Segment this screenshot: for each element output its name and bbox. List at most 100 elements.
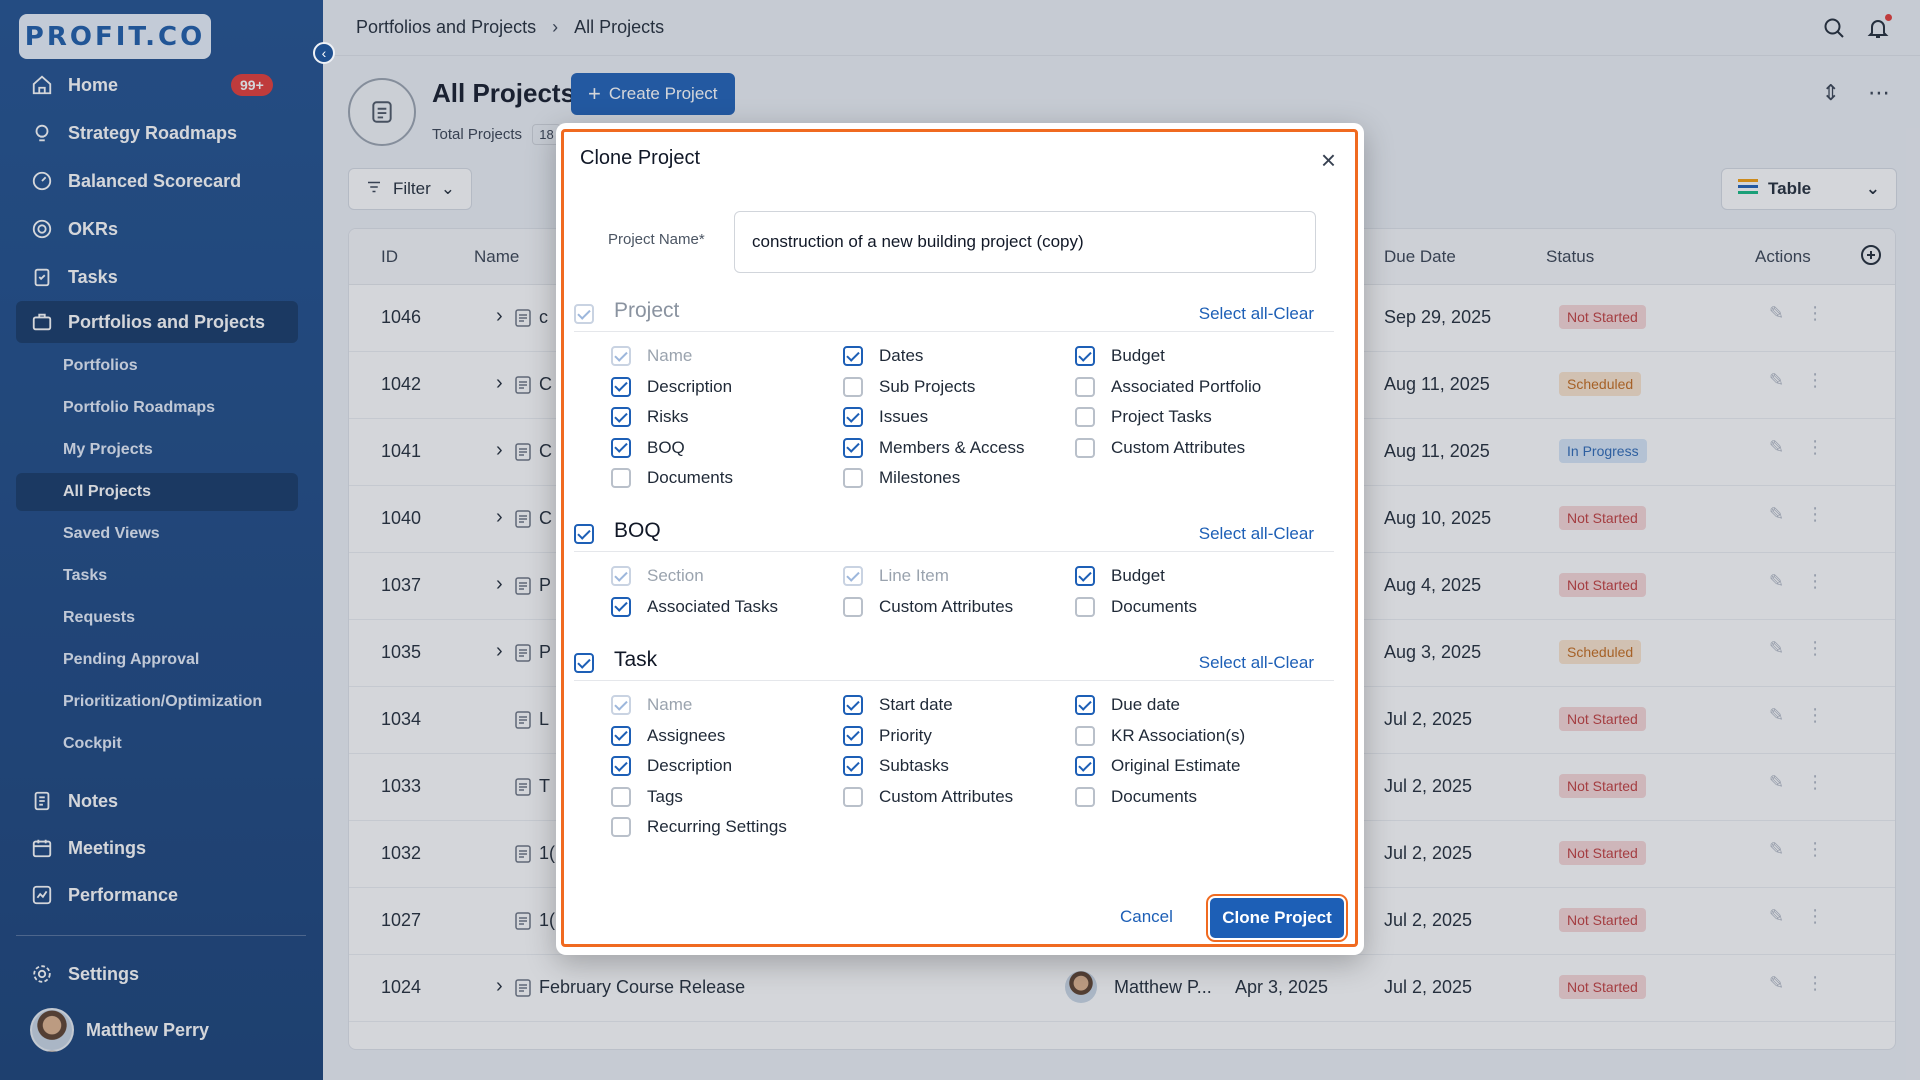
option-task-kr-association-s[interactable]: KR Association(s) bbox=[1075, 725, 1245, 746]
option-boq-budget[interactable]: Budget bbox=[1075, 566, 1165, 586]
option-project-documents[interactable]: Documents bbox=[611, 468, 733, 488]
cancel-button[interactable]: Cancel bbox=[1120, 907, 1173, 927]
project-name-input[interactable]: construction of a new building project (… bbox=[734, 211, 1316, 273]
option-label: Description bbox=[647, 376, 733, 396]
option-project-name[interactable]: Name bbox=[611, 346, 692, 366]
checkbox[interactable] bbox=[611, 786, 631, 807]
option-label: Documents bbox=[1111, 786, 1197, 806]
option-label: Line Item bbox=[879, 566, 949, 585]
checkbox[interactable] bbox=[843, 725, 863, 746]
option-project-budget[interactable]: Budget bbox=[1075, 346, 1165, 366]
checkbox[interactable] bbox=[1075, 407, 1095, 427]
boq-section-title: BOQ bbox=[614, 519, 661, 542]
checkbox[interactable] bbox=[611, 756, 631, 776]
checkbox[interactable] bbox=[611, 407, 631, 427]
option-task-name[interactable]: Name bbox=[611, 695, 692, 715]
checkbox[interactable] bbox=[843, 437, 863, 458]
checkbox[interactable] bbox=[843, 566, 863, 586]
checkbox[interactable] bbox=[611, 566, 631, 586]
checkbox[interactable] bbox=[843, 346, 863, 366]
option-project-risks[interactable]: Risks bbox=[611, 407, 689, 427]
option-project-members-access[interactable]: Members & Access bbox=[843, 437, 1025, 458]
checkbox[interactable] bbox=[1075, 566, 1095, 586]
option-project-project-tasks[interactable]: Project Tasks bbox=[1075, 407, 1212, 427]
checkbox[interactable] bbox=[1075, 756, 1095, 776]
divider bbox=[574, 551, 1334, 552]
checkbox[interactable] bbox=[843, 695, 863, 715]
divider bbox=[574, 680, 1334, 681]
option-label: Budget bbox=[1111, 346, 1165, 365]
option-task-due-date[interactable]: Due date bbox=[1075, 695, 1180, 715]
option-project-boq[interactable]: BOQ bbox=[611, 437, 685, 458]
option-label: BOQ bbox=[647, 437, 685, 457]
option-boq-section[interactable]: Section bbox=[611, 566, 704, 586]
project-select-all[interactable]: Select all-Clear bbox=[1199, 304, 1314, 324]
checkbox[interactable] bbox=[1075, 437, 1095, 458]
option-label: Documents bbox=[1111, 596, 1197, 616]
option-project-description[interactable]: Description bbox=[611, 376, 733, 397]
close-icon[interactable]: × bbox=[1321, 147, 1336, 173]
sidebar-collapse-button[interactable]: ‹ bbox=[313, 42, 335, 64]
section-boq: BOQ Select all-Clear bbox=[574, 519, 1334, 549]
option-task-assignees[interactable]: Assignees bbox=[611, 725, 726, 746]
option-label: Name bbox=[647, 695, 693, 714]
option-label: Description bbox=[647, 756, 733, 775]
checkbox[interactable] bbox=[1075, 376, 1095, 397]
checkbox[interactable] bbox=[1075, 786, 1095, 807]
clone-project-button[interactable]: Clone Project bbox=[1206, 894, 1348, 942]
checkbox[interactable] bbox=[843, 756, 863, 776]
checkbox[interactable] bbox=[843, 786, 863, 807]
option-project-associated-portfolio[interactable]: Associated Portfolio bbox=[1075, 376, 1261, 397]
checkbox[interactable] bbox=[843, 376, 863, 397]
option-label: Issues bbox=[879, 407, 929, 426]
option-label: Section bbox=[647, 566, 704, 585]
option-label: Due date bbox=[1111, 695, 1180, 714]
checkbox[interactable] bbox=[611, 596, 631, 617]
checkbox[interactable] bbox=[1075, 695, 1095, 715]
checkbox[interactable] bbox=[1075, 725, 1095, 746]
option-task-start-date[interactable]: Start date bbox=[843, 695, 953, 715]
option-boq-documents[interactable]: Documents bbox=[1075, 596, 1197, 617]
option-task-subtasks[interactable]: Subtasks bbox=[843, 756, 949, 776]
checkbox[interactable] bbox=[843, 596, 863, 617]
boq-select-all[interactable]: Select all-Clear bbox=[1199, 524, 1314, 544]
project-section-checkbox[interactable] bbox=[574, 304, 594, 324]
option-label: Start date bbox=[879, 695, 953, 714]
option-task-description[interactable]: Description bbox=[611, 756, 732, 776]
option-boq-line-item[interactable]: Line Item bbox=[843, 566, 949, 586]
checkbox[interactable] bbox=[611, 376, 631, 397]
option-project-milestones[interactable]: Milestones bbox=[843, 468, 960, 488]
option-project-sub-projects[interactable]: Sub Projects bbox=[843, 376, 975, 397]
option-project-issues[interactable]: Issues bbox=[843, 407, 928, 427]
section-task: Task Select all-Clear bbox=[574, 648, 1334, 678]
option-task-priority[interactable]: Priority bbox=[843, 725, 932, 746]
boq-section-checkbox[interactable] bbox=[574, 524, 594, 544]
checkbox[interactable] bbox=[611, 817, 631, 837]
option-task-recurring-settings[interactable]: Recurring Settings bbox=[611, 817, 787, 837]
checkbox[interactable] bbox=[611, 437, 631, 458]
dialog-title: Clone Project bbox=[580, 147, 701, 169]
checkbox[interactable] bbox=[611, 725, 631, 746]
checkbox[interactable] bbox=[1075, 346, 1095, 366]
option-task-tags[interactable]: Tags bbox=[611, 786, 683, 807]
checkbox[interactable] bbox=[843, 407, 863, 427]
option-task-documents[interactable]: Documents bbox=[1075, 786, 1197, 807]
option-project-dates[interactable]: Dates bbox=[843, 346, 923, 366]
option-label: Recurring Settings bbox=[647, 817, 787, 836]
option-project-custom-attributes[interactable]: Custom Attributes bbox=[1075, 437, 1245, 458]
option-boq-custom-attributes[interactable]: Custom Attributes bbox=[843, 596, 1013, 617]
task-section-checkbox[interactable] bbox=[574, 653, 594, 673]
option-label: Documents bbox=[647, 468, 733, 487]
option-label: Assignees bbox=[647, 725, 726, 745]
checkbox[interactable] bbox=[611, 695, 631, 715]
checkbox[interactable] bbox=[1075, 596, 1095, 617]
option-boq-associated-tasks[interactable]: Associated Tasks bbox=[611, 596, 778, 617]
divider bbox=[574, 331, 1334, 332]
task-select-all[interactable]: Select all-Clear bbox=[1199, 653, 1314, 673]
checkbox[interactable] bbox=[843, 468, 863, 488]
option-task-custom-attributes[interactable]: Custom Attributes bbox=[843, 786, 1014, 807]
checkbox[interactable] bbox=[611, 346, 631, 366]
checkbox[interactable] bbox=[611, 468, 631, 488]
option-task-original-estimate[interactable]: Original Estimate bbox=[1075, 756, 1240, 776]
option-label: Custom Attributes bbox=[879, 786, 1014, 806]
